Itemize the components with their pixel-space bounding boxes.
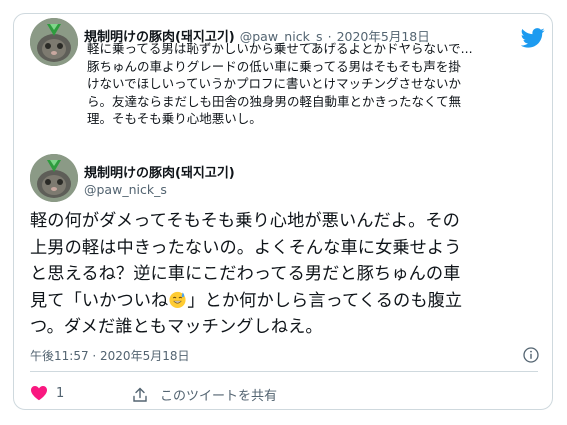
quoted-text-line: ら。友達ならまだしも田舎の独身男の軽自動車とかきったなくて無	[87, 93, 462, 109]
quoted-tweet-text[interactable]: 軽に乗ってる男は恥ずかしいから乗せてあげるよとかドヤらないで... 豚ちゅんの車…	[87, 40, 532, 128]
heart-icon	[31, 386, 47, 401]
share-icon	[133, 387, 147, 402]
tweet-text-line: と思えるね？逆に車にこだわってる男だと豚ちゅんの車	[30, 264, 461, 284]
share-label: このツイートを共有	[160, 389, 278, 404]
quoted-text-line: 豚ちゅんの車よりグレードの低い車に乗ってる男はそもそも声を掛	[87, 58, 461, 74]
quoted-text-line: 軽に乗ってる男は恥ずかしいから乗せてあげるよとかドヤらないで...	[87, 41, 473, 56]
author-handle-block: @paw_nick_s	[84, 182, 167, 197]
quoted-text-line: 理。そもそも乗り心地悪いし。	[87, 111, 262, 127]
tweet-text-line: つ。ダメだ誰ともマッチングしねえ。	[30, 317, 323, 337]
share-button[interactable]: このツイートを共有	[132, 385, 277, 404]
tweet-text-line: 見て「いかついね 」とか何かしら言ってくるのも腹立	[30, 288, 535, 315]
cat-avatar-image	[30, 18, 78, 66]
quoted-avatar[interactable]	[30, 18, 78, 66]
embedded-tweet-card: 規制明けの豚肉(돼지고기) @paw_nick_s · 2020年5月18日 軽…	[13, 13, 553, 410]
divider	[30, 371, 538, 372]
author-name-block: 規制明けの豚肉(돼지고기)	[84, 162, 235, 181]
tweet-body: 軽の何がダメってそもそも乗り心地が悪いんだよ。その 上男の軽は中きったないの。よ…	[30, 208, 535, 341]
tweet-timestamp[interactable]: 午後11:57 · 2020年5月18日	[30, 347, 189, 364]
sweat-smile-emoji-icon	[169, 291, 186, 308]
tweet-text-segment: 見て「いかついね	[30, 290, 169, 311]
author-handle[interactable]: @paw_nick_s	[84, 182, 167, 197]
like-count: 1	[56, 385, 65, 401]
author-avatar[interactable]	[30, 154, 78, 202]
info-icon[interactable]	[523, 347, 539, 363]
quoted-text-line: けないでほしいっていうかプロフに書いとけマッチングさせないか	[87, 76, 462, 92]
author-display-name[interactable]: 規制明けの豚肉(돼지고기)	[84, 162, 235, 181]
tweet-text-line: 上男の軽は中きったないの。よくそんな車に女乗せよう	[30, 237, 462, 258]
tweet-text-segment: 」とか何かしら言ってくるのも腹立	[187, 290, 463, 311]
cat-avatar-image	[30, 154, 78, 202]
like-button[interactable]: 1	[30, 385, 64, 401]
tweet-text-line: 軽の何がダメってそもそも乗り心地が悪いんだよ。その	[30, 211, 460, 231]
